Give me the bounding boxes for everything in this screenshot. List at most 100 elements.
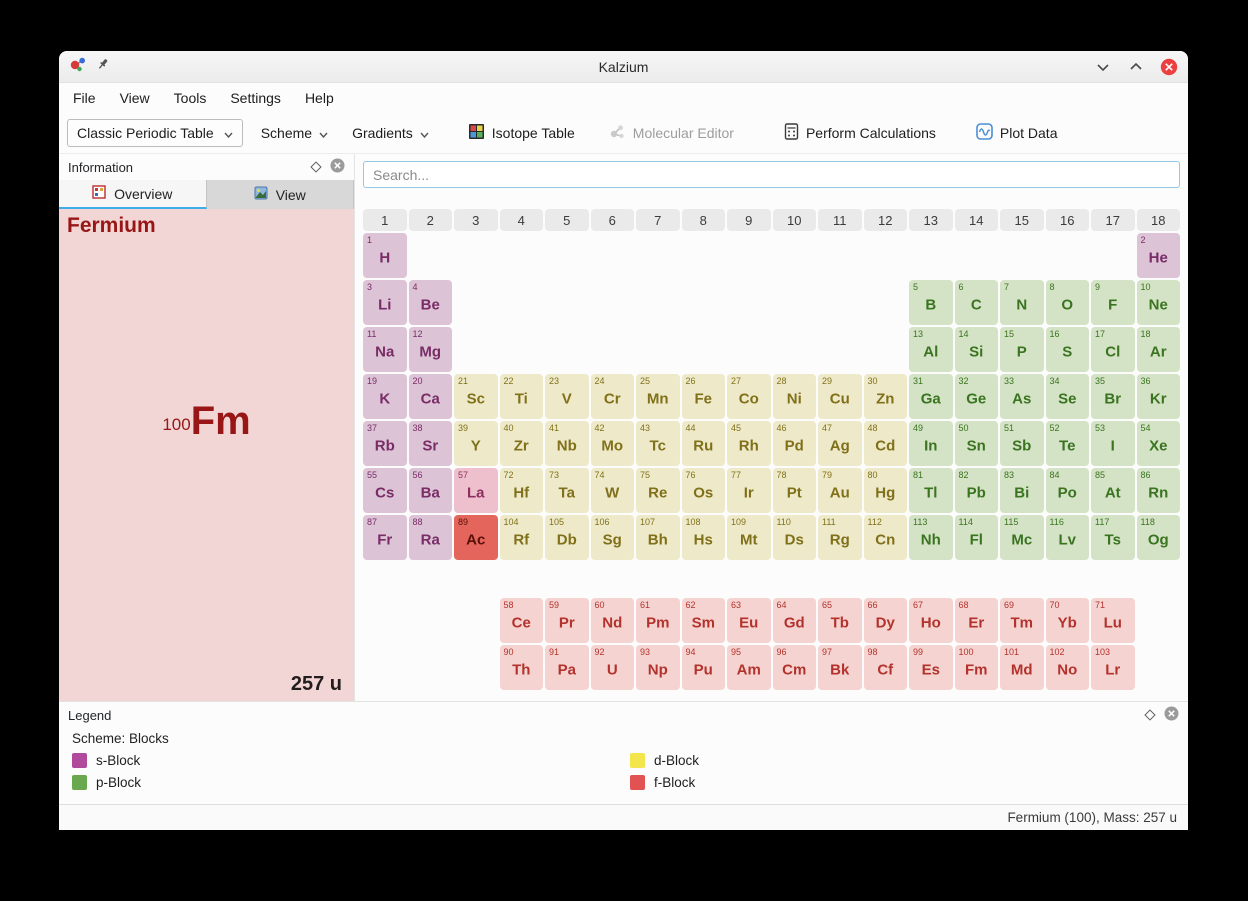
element-Ts[interactable]: 117Ts — [1091, 515, 1135, 560]
element-Zr[interactable]: 40Zr — [500, 421, 544, 466]
element-Pd[interactable]: 46Pd — [773, 421, 817, 466]
element-Ta[interactable]: 73Ta — [545, 468, 589, 513]
element-No[interactable]: 102No — [1046, 645, 1090, 690]
element-Ar[interactable]: 18Ar — [1137, 327, 1181, 372]
element-Gd[interactable]: 64Gd — [773, 598, 817, 643]
element-Cd[interactable]: 48Cd — [864, 421, 908, 466]
element-Rf[interactable]: 104Rf — [500, 515, 544, 560]
element-V[interactable]: 23V — [545, 374, 589, 419]
element-Mn[interactable]: 25Mn — [636, 374, 680, 419]
element-Co[interactable]: 27Co — [727, 374, 771, 419]
element-P[interactable]: 15P — [1000, 327, 1044, 372]
element-Al[interactable]: 13Al — [909, 327, 953, 372]
element-Mc[interactable]: 115Mc — [1000, 515, 1044, 560]
element-Fe[interactable]: 26Fe — [682, 374, 726, 419]
element-Yb[interactable]: 70Yb — [1046, 598, 1090, 643]
element-Ru[interactable]: 44Ru — [682, 421, 726, 466]
element-Nh[interactable]: 113Nh — [909, 515, 953, 560]
element-Sg[interactable]: 106Sg — [591, 515, 635, 560]
menu-file[interactable]: File — [73, 90, 96, 106]
element-La[interactable]: 57La — [454, 468, 498, 513]
element-W[interactable]: 74W — [591, 468, 635, 513]
element-Ac[interactable]: 89Ac — [454, 515, 498, 560]
element-I[interactable]: 53I — [1091, 421, 1135, 466]
close-panel-icon[interactable] — [330, 158, 345, 176]
element-B[interactable]: 5B — [909, 280, 953, 325]
element-Y[interactable]: 39Y — [454, 421, 498, 466]
element-Hs[interactable]: 108Hs — [682, 515, 726, 560]
element-Rn[interactable]: 86Rn — [1137, 468, 1181, 513]
element-Tc[interactable]: 43Tc — [636, 421, 680, 466]
element-Fr[interactable]: 87Fr — [363, 515, 407, 560]
element-Pb[interactable]: 82Pb — [955, 468, 999, 513]
element-Sc[interactable]: 21Sc — [454, 374, 498, 419]
element-Nd[interactable]: 60Nd — [591, 598, 635, 643]
element-Tl[interactable]: 81Tl — [909, 468, 953, 513]
perform-calculations-button[interactable]: Perform Calculations — [777, 118, 943, 148]
element-Ce[interactable]: 58Ce — [500, 598, 544, 643]
element-S[interactable]: 16S — [1046, 327, 1090, 372]
element-Sn[interactable]: 50Sn — [955, 421, 999, 466]
element-Li[interactable]: 3Li — [363, 280, 407, 325]
element-Ag[interactable]: 47Ag — [818, 421, 862, 466]
element-Lu[interactable]: 71Lu — [1091, 598, 1135, 643]
element-Eu[interactable]: 63Eu — [727, 598, 771, 643]
element-Ga[interactable]: 31Ga — [909, 374, 953, 419]
element-Ir[interactable]: 77Ir — [727, 468, 771, 513]
element-Zn[interactable]: 30Zn — [864, 374, 908, 419]
element-Cr[interactable]: 24Cr — [591, 374, 635, 419]
element-Ca[interactable]: 20Ca — [409, 374, 453, 419]
isotope-table-button[interactable]: Isotope Table — [461, 118, 582, 148]
element-Rb[interactable]: 37Rb — [363, 421, 407, 466]
element-As[interactable]: 33As — [1000, 374, 1044, 419]
menu-view[interactable]: View — [120, 90, 150, 106]
element-Ba[interactable]: 56Ba — [409, 468, 453, 513]
element-Ne[interactable]: 10Ne — [1137, 280, 1181, 325]
search-input[interactable] — [363, 161, 1180, 188]
element-H[interactable]: 1H — [363, 233, 407, 278]
element-Be[interactable]: 4Be — [409, 280, 453, 325]
element-Ni[interactable]: 28Ni — [773, 374, 817, 419]
element-Sr[interactable]: 38Sr — [409, 421, 453, 466]
element-Mt[interactable]: 109Mt — [727, 515, 771, 560]
menu-settings[interactable]: Settings — [230, 90, 281, 106]
element-Te[interactable]: 52Te — [1046, 421, 1090, 466]
plot-data-button[interactable]: Plot Data — [969, 118, 1065, 148]
element-Re[interactable]: 75Re — [636, 468, 680, 513]
element-Md[interactable]: 101Md — [1000, 645, 1044, 690]
element-Mg[interactable]: 12Mg — [409, 327, 453, 372]
element-Sm[interactable]: 62Sm — [682, 598, 726, 643]
element-Cs[interactable]: 55Cs — [363, 468, 407, 513]
element-Fl[interactable]: 114Fl — [955, 515, 999, 560]
element-K[interactable]: 19K — [363, 374, 407, 419]
element-Au[interactable]: 79Au — [818, 468, 862, 513]
element-F[interactable]: 9F — [1091, 280, 1135, 325]
element-Se[interactable]: 34Se — [1046, 374, 1090, 419]
element-Xe[interactable]: 54Xe — [1137, 421, 1181, 466]
element-Pr[interactable]: 59Pr — [545, 598, 589, 643]
element-Lr[interactable]: 103Lr — [1091, 645, 1135, 690]
minimize-button[interactable] — [1094, 58, 1112, 76]
element-Bk[interactable]: 97Bk — [818, 645, 862, 690]
scheme-dropdown[interactable]: Scheme — [255, 120, 334, 146]
element-Rg[interactable]: 111Rg — [818, 515, 862, 560]
float-panel-icon[interactable] — [310, 161, 321, 172]
element-In[interactable]: 49In — [909, 421, 953, 466]
element-Pm[interactable]: 61Pm — [636, 598, 680, 643]
pin-icon[interactable] — [96, 57, 110, 76]
gradients-dropdown[interactable]: Gradients — [346, 120, 435, 146]
element-Dy[interactable]: 66Dy — [864, 598, 908, 643]
element-At[interactable]: 85At — [1091, 468, 1135, 513]
element-Na[interactable]: 11Na — [363, 327, 407, 372]
element-Ti[interactable]: 22Ti — [500, 374, 544, 419]
element-Hg[interactable]: 80Hg — [864, 468, 908, 513]
element-He[interactable]: 2He — [1137, 233, 1181, 278]
element-Pt[interactable]: 78Pt — [773, 468, 817, 513]
tab-view[interactable]: View — [207, 180, 355, 209]
table-type-select[interactable]: Classic Periodic Table — [67, 119, 243, 147]
element-Og[interactable]: 118Og — [1137, 515, 1181, 560]
element-Ra[interactable]: 88Ra — [409, 515, 453, 560]
menu-tools[interactable]: Tools — [174, 90, 207, 106]
float-panel-icon[interactable] — [1144, 709, 1155, 720]
element-Er[interactable]: 68Er — [955, 598, 999, 643]
